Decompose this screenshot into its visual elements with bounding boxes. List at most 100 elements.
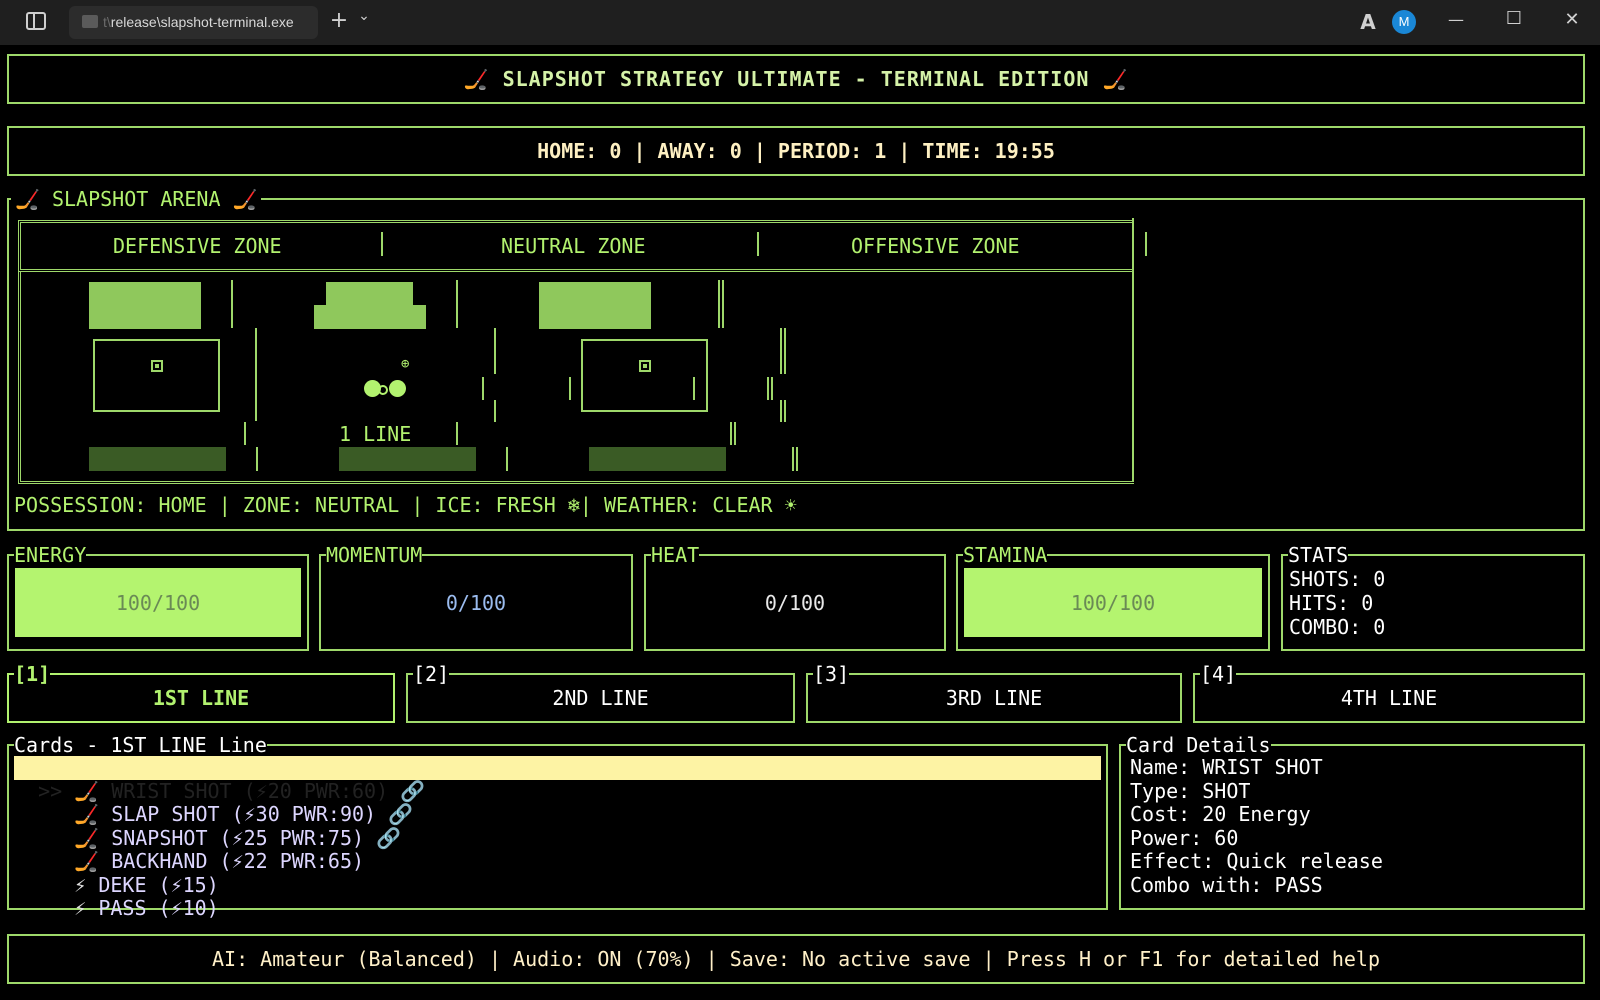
- rink-line: [244, 422, 246, 445]
- azure-icon[interactable]: A: [1358, 10, 1378, 34]
- rink-line: [693, 377, 695, 400]
- card-item[interactable]: ⚡ DEKE (⚡15): [14, 851, 219, 897]
- puck-icon: [378, 385, 388, 395]
- zone-label-defensive: DEFENSIVE ZONE: [113, 234, 282, 258]
- player-block: [314, 305, 426, 329]
- rink-line: [494, 328, 496, 374]
- rink-line: [780, 328, 782, 374]
- rink-line: [784, 328, 786, 374]
- zone-label-offensive: OFFENSIVE ZONE: [851, 234, 1020, 258]
- momentum-meter: MOMENTUM 0/100: [319, 544, 633, 651]
- card-label: PASS (⚡10): [98, 896, 219, 920]
- meter-label: MOMENTUM: [326, 543, 423, 567]
- hits-stat: HITS: 0: [1289, 591, 1374, 615]
- rink-line: [767, 377, 769, 400]
- card-item[interactable]: 🏒 SLAP SHOT (⚡30 PWR:90) 🔗: [14, 780, 413, 826]
- target-icon: ⊕: [401, 356, 410, 372]
- detail-name: Name: WRIST SHOT: [1130, 755, 1323, 779]
- selection-pointer: [38, 896, 62, 920]
- zone-divider: [757, 232, 759, 256]
- rink-line: [771, 377, 773, 400]
- line-tab-label: 2ND LINE: [552, 686, 649, 710]
- line-tab-label: 1ST LINE: [152, 686, 250, 710]
- rink-line: [494, 400, 496, 422]
- scoreboard: HOME: 0 | AWAY: 0 | PERIOD: 1 | TIME: 19…: [7, 126, 1585, 176]
- rink-line: [730, 422, 732, 445]
- rink-line: [718, 280, 720, 328]
- meter-label: ENERGY: [14, 543, 87, 567]
- line-tab-2[interactable]: [2] 2ND LINE: [406, 663, 795, 723]
- minimize-button[interactable]: —: [1444, 10, 1468, 29]
- rink-line: [256, 447, 258, 471]
- tab-dropdown-button[interactable]: ⌄: [356, 8, 372, 24]
- rink-line: [255, 328, 257, 421]
- rink-line: [796, 447, 798, 471]
- detail-power: Power: 60: [1130, 826, 1239, 850]
- meter-value: 0/100: [764, 591, 826, 615]
- tab-path-prefix: t\: [103, 14, 111, 30]
- game-status: POSSESSION: HOME | ZONE: NEUTRAL | ICE: …: [14, 493, 797, 517]
- card-item[interactable]: 🏒 SNAPSHOT (⚡25 PWR:75) 🔗: [14, 804, 401, 850]
- player-block-dim: [339, 447, 476, 471]
- rink-line: [722, 280, 724, 328]
- cards-label: Cards - 1ST LINE Line: [14, 733, 267, 757]
- line-tab-label: 4TH LINE: [1340, 686, 1438, 710]
- shots-stat: SHOTS: 0: [1289, 567, 1386, 591]
- player-block: [326, 282, 413, 306]
- goalie-icon: [151, 360, 163, 372]
- home-goal: [93, 339, 220, 412]
- line-key: [1]: [14, 662, 51, 686]
- card-details-panel: Card Details Name: WRIST SHOT Type: SHOT…: [1119, 734, 1585, 910]
- stats-label: STATS: [1288, 543, 1349, 567]
- rink-line: [734, 422, 736, 445]
- stats-panel: STATS SHOTS: 0 HITS: 0 COMBO: 0: [1281, 544, 1585, 651]
- heat-meter: HEAT 0/100: [644, 544, 946, 651]
- away-goal: [581, 339, 708, 412]
- card-item[interactable]: 🏒 BACKHAND (⚡22 PWR:65): [14, 827, 364, 873]
- card-item[interactable]: ⚡ PASS (⚡10): [14, 874, 219, 920]
- meter-value: 0/100: [445, 591, 507, 615]
- player-puck-icon: [389, 380, 406, 397]
- rink-line: [784, 400, 786, 422]
- player-block: [539, 282, 651, 329]
- meter-label: HEAT: [651, 543, 700, 567]
- player-block-dim: [589, 447, 726, 471]
- line-key: [2]: [413, 662, 450, 686]
- maximize-button[interactable]: ☐: [1502, 8, 1526, 29]
- terminal-tab[interactable]: t\release\slapshot-terminal.exe: [69, 6, 318, 39]
- arena-label: 🏒 SLAPSHOT ARENA 🏒: [11, 188, 262, 210]
- line-tab-1[interactable]: [1] 1ST LINE: [7, 663, 395, 723]
- rink-line: [456, 280, 458, 328]
- rink-line: [231, 280, 233, 328]
- meter-value: 100/100: [115, 591, 201, 615]
- rink-right-edge: [1132, 272, 1134, 482]
- detail-cost: Cost: 20 Energy: [1130, 802, 1311, 826]
- sidebar-toggle-icon[interactable]: [26, 12, 46, 30]
- meter-value: 100/100: [1070, 591, 1156, 615]
- zone-divider: [381, 232, 383, 256]
- new-tab-button[interactable]: +: [326, 8, 352, 33]
- zone-header-outer-edge: [1145, 232, 1147, 256]
- line-tab-3[interactable]: [3] 3RD LINE: [806, 663, 1182, 723]
- stamina-meter: STAMINA 100/100: [956, 544, 1270, 651]
- details-label: Card Details: [1126, 733, 1271, 757]
- line-label: 1 LINE: [339, 422, 412, 446]
- line-tab-label: 3RD LINE: [945, 686, 1043, 710]
- close-button[interactable]: ✕: [1560, 9, 1584, 30]
- card-item[interactable]: >> 🏒 WRIST SHOT (⚡20 PWR:60) 🔗: [14, 757, 425, 803]
- line-tab-4[interactable]: [4] 4TH LINE: [1193, 663, 1585, 723]
- rink-line: [792, 447, 794, 471]
- avatar[interactable]: M: [1392, 10, 1416, 34]
- detail-effect: Effect: Quick release: [1130, 849, 1383, 873]
- zone-label-neutral: NEUTRAL ZONE: [501, 234, 646, 258]
- rink-line: [780, 400, 782, 422]
- combo-stat: COMBO: 0: [1289, 615, 1386, 639]
- terminal-icon: [82, 15, 98, 28]
- detail-combo: Combo with: PASS: [1130, 873, 1323, 897]
- line-key: [3]: [813, 662, 850, 686]
- rink-line: [506, 447, 508, 471]
- player-block-dim: [89, 447, 226, 471]
- rink-line: [569, 377, 571, 400]
- line-key: [4]: [1200, 662, 1237, 686]
- tab-title: release\slapshot-terminal.exe: [110, 14, 294, 30]
